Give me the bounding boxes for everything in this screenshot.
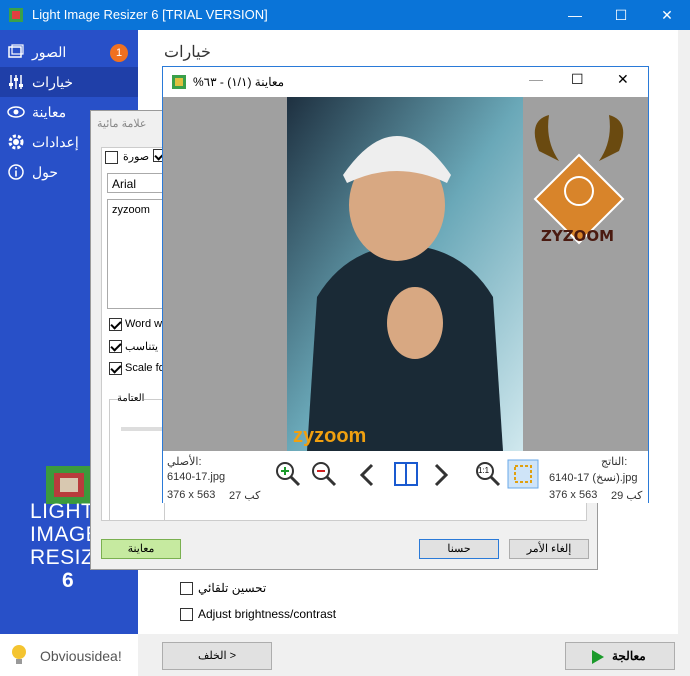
scale-label: Scale fo xyxy=(125,362,165,374)
eye-icon xyxy=(7,106,25,118)
brightness-label: Adjust brightness/contrast xyxy=(198,607,337,621)
preview-close-button[interactable]: ✕ xyxy=(617,71,629,88)
fit-to-window-icon[interactable] xyxy=(507,459,539,489)
zoom-in-icon[interactable] xyxy=(275,461,301,487)
scale-checkbox[interactable] xyxy=(109,362,122,375)
brand-word: 6 xyxy=(62,569,75,592)
zoom-actual-size-icon[interactable]: 1:1 xyxy=(475,461,501,487)
fit-checkbox[interactable] xyxy=(109,340,122,353)
opacity-slider[interactable] xyxy=(121,427,165,431)
preview-app-icon xyxy=(172,75,186,89)
original-file-name: 6140-17.jpg xyxy=(167,471,226,483)
window-title: Light Image Resizer 6 [TRIAL VERSION] xyxy=(32,7,268,22)
close-button[interactable]: ✕ xyxy=(644,0,690,30)
brightness-checkbox[interactable] xyxy=(180,608,193,621)
lightbulb-icon xyxy=(12,645,26,664)
page-title: خيارات xyxy=(164,44,211,61)
auto-enhance-label: تحسين تلقائي xyxy=(198,581,267,595)
opacity-label: العتامة xyxy=(117,393,145,404)
auto-enhance-checkbox[interactable] xyxy=(180,582,193,595)
scrollbar[interactable] xyxy=(678,30,690,634)
result-file-size: كب 29 xyxy=(611,490,643,502)
brand-logo-icon xyxy=(46,466,92,504)
original-dimensions: 376 x 563 xyxy=(167,489,216,501)
image-tab-checkbox[interactable] xyxy=(105,151,118,164)
preview-window: %معاينة (١/١) - ٦٣ — ☐ ✕ ZYZOOM zyzoom ا… xyxy=(162,66,649,503)
zyzoom-logo-text: ZYZOOM xyxy=(541,227,615,245)
preview-image-area: ZYZOOM zyzoom xyxy=(163,97,648,451)
preview-photo xyxy=(287,97,523,451)
sidebar-item-label: معاينة xyxy=(32,104,67,120)
next-icon[interactable] xyxy=(433,463,449,487)
result-label: الناتج: xyxy=(601,456,628,468)
images-count-badge: 1 xyxy=(110,44,128,62)
word-wrap-checkbox[interactable] xyxy=(109,318,122,331)
preview-toolbar: الأصلي: 6140-17.jpg 376 x 563 كب 27 1:1 … xyxy=(163,451,648,503)
zoom-out-icon[interactable] xyxy=(311,461,337,487)
gear-icon xyxy=(8,134,24,150)
app-title-bar: Light Image Resizer 6 [TRIAL VERSION] — … xyxy=(0,0,690,30)
sidebar-item-label: حول xyxy=(32,164,59,180)
cancel-button[interactable]: إلغاء الأمر xyxy=(509,539,589,559)
preview-title: %معاينة (١/١) - ٦٣ xyxy=(193,75,285,89)
play-icon xyxy=(592,650,604,664)
opacity-group xyxy=(109,399,165,521)
preview-title-bar: %معاينة (١/١) - ٦٣ — ☐ ✕ xyxy=(163,67,648,97)
sidebar-item-label: خيارات xyxy=(32,74,73,90)
watermark-text-value: zyzoom xyxy=(112,204,150,216)
images-icon xyxy=(8,44,24,58)
process-button[interactable]: معالجة xyxy=(565,642,675,670)
sliders-icon xyxy=(9,75,23,89)
app-icon xyxy=(9,8,23,22)
maximize-button[interactable]: ☐ xyxy=(598,0,644,30)
previous-icon[interactable] xyxy=(359,463,375,487)
process-button-label: معالجة xyxy=(612,649,646,663)
result-file-name: 6140-17 (نسخ).jpg xyxy=(549,472,638,484)
preview-minimize-button[interactable]: — xyxy=(529,71,543,87)
preview-button[interactable]: معاينة xyxy=(101,539,181,559)
fit-label: يتناسب xyxy=(125,341,159,353)
font-select[interactable]: Arial xyxy=(107,173,167,193)
sidebar-footer: Obviousidea! xyxy=(0,634,138,676)
sidebar-item-label: إعدادات xyxy=(32,134,79,150)
sidebar-item-label: الصور xyxy=(32,44,67,60)
preview-maximize-button[interactable]: ☐ xyxy=(571,71,584,88)
sidebar-item-options[interactable]: خيارات xyxy=(0,67,138,97)
font-select-value: Arial xyxy=(112,177,137,191)
watermark-overlay-text: zyzoom xyxy=(293,425,367,447)
word-wrap-label: Word wr xyxy=(125,318,166,330)
minimize-button[interactable]: — xyxy=(552,0,598,30)
dialog-title: علامة مائية xyxy=(97,118,147,130)
ok-button[interactable]: حسنا xyxy=(419,539,499,559)
vendor-logo: Obviousidea! xyxy=(40,648,122,664)
watermark-text-field[interactable]: zyzoom xyxy=(107,199,167,309)
result-dimensions: 376 x 563 xyxy=(549,489,598,501)
zoom-actual-size-label: 1:1 xyxy=(478,466,490,475)
original-file-size: كب 27 xyxy=(229,490,261,502)
info-icon xyxy=(8,164,24,180)
split-view-icon[interactable] xyxy=(393,461,419,487)
back-button[interactable]: الخلف > xyxy=(162,642,272,670)
tab-image[interactable]: صورة xyxy=(123,150,149,163)
original-label: الأصلي: xyxy=(167,456,202,468)
